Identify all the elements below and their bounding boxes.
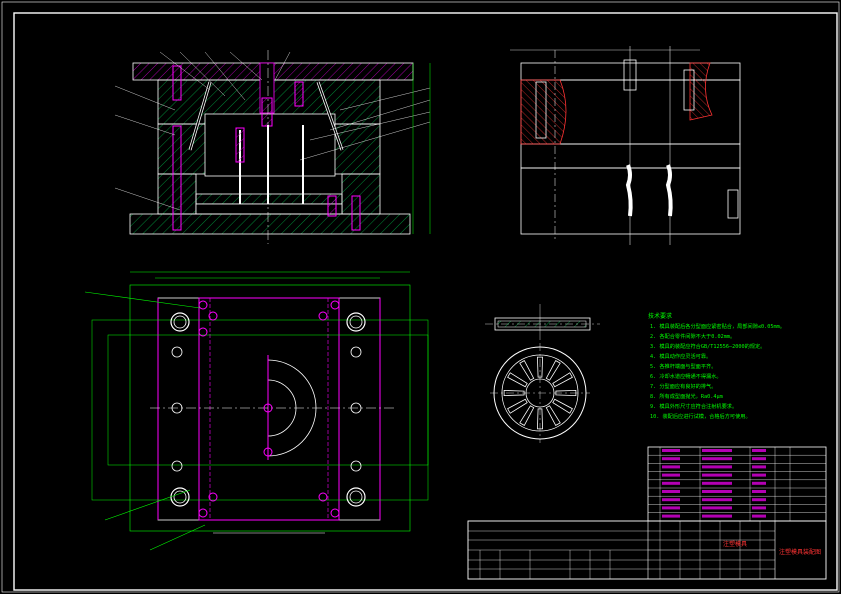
tech-requirement-item: 1. 模具装配后各分型面应紧密贴合，局部间隙≤0.05mm。 bbox=[650, 322, 785, 330]
tech-requirement-item: 10. 装配后应进行试模，合格后方可使用。 bbox=[650, 412, 751, 420]
tech-requirement-item: 9. 模具外形尺寸应符合注射机要求。 bbox=[650, 402, 737, 410]
cad-drawing-sheet: 技术要求 1. 模具装配后各分型面应紧密贴合，局部间隙≤0.05mm。 2. 各配… bbox=[1, 1, 840, 593]
title-block: 注塑模具 注塑模具装配图 bbox=[467, 520, 827, 580]
sheet-border-inner bbox=[13, 12, 838, 591]
spoke bbox=[519, 360, 535, 381]
tech-requirement-item: 2. 各配合零件间隙不大于0.02mm。 bbox=[650, 332, 735, 340]
part-detail-view bbox=[485, 304, 600, 443]
spoke bbox=[507, 372, 528, 388]
tech-requirement-item: 6. 冷却水道应畅通不得漏水。 bbox=[650, 372, 722, 380]
spoke bbox=[507, 398, 528, 414]
technical-requirements: 技术要求 1. 模具装配后各分型面应紧密贴合，局部间隙≤0.05mm。 2. 各配… bbox=[648, 312, 785, 420]
tech-requirement-item: 3. 模具的装配应符合GB/T12556—2000的规定。 bbox=[650, 342, 765, 350]
tech-requirements-heading: 技术要求 bbox=[648, 312, 672, 320]
title-block-part-name: 注塑模具 bbox=[723, 540, 747, 548]
tech-requirement-item: 4. 模具动作应灵活可靠。 bbox=[650, 352, 711, 360]
tech-requirement-item: 7. 分型面应有良好的排气。 bbox=[650, 382, 716, 390]
tech-requirement-item: 8. 所有成型面抛光，Ra0.4μm bbox=[650, 392, 723, 400]
side-section-view bbox=[510, 46, 741, 245]
front-section-view bbox=[114, 50, 431, 244]
parts-list bbox=[647, 446, 827, 522]
spoke bbox=[552, 372, 573, 388]
title-block-drawing-name: 注塑模具装配图 bbox=[779, 548, 821, 556]
spoke bbox=[552, 398, 573, 414]
spoke bbox=[545, 405, 561, 426]
tech-requirement-item: 5. 各推杆端面与型面平齐。 bbox=[650, 362, 716, 370]
plan-view bbox=[84, 271, 429, 551]
spoke bbox=[545, 360, 561, 381]
spoke bbox=[519, 405, 535, 426]
